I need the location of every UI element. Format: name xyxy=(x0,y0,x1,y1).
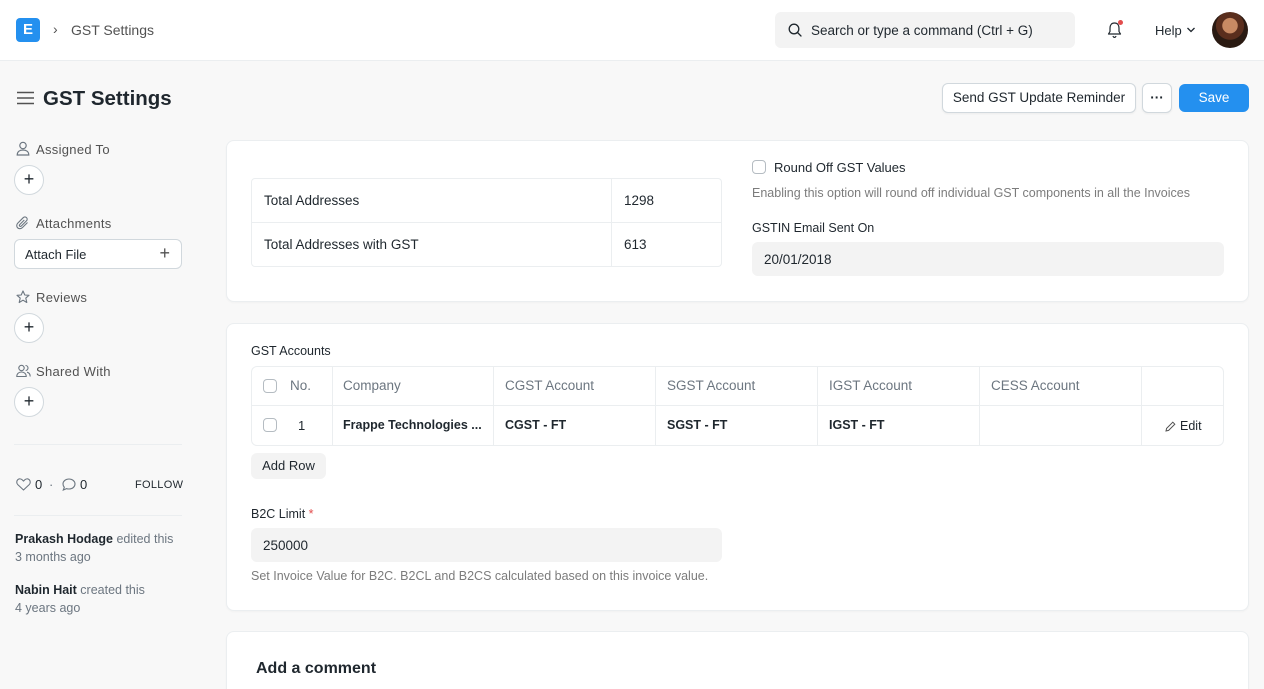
plus-icon: + xyxy=(159,243,170,263)
activity-time: 4 years ago xyxy=(15,601,81,615)
activity-user[interactable]: Nabin Hait xyxy=(15,583,77,597)
app-logo[interactable]: E xyxy=(16,18,40,42)
required-indicator: * xyxy=(308,507,314,521)
edit-row-button[interactable]: Edit xyxy=(1180,419,1202,433)
shared-with-label: Shared With xyxy=(36,364,111,379)
select-all-checkbox[interactable] xyxy=(263,379,277,393)
row-number: 1 xyxy=(298,418,306,433)
add-review-button[interactable]: + xyxy=(14,313,44,343)
column-header-company: Company xyxy=(343,378,401,393)
table-header-row: No. Company CGST Account SGST Account IG… xyxy=(252,367,1223,406)
reviews-label: Reviews xyxy=(36,290,88,305)
add-row-button[interactable]: Add Row xyxy=(251,453,326,479)
stat-label: Total Addresses with GST xyxy=(264,237,419,252)
stat-divider xyxy=(611,223,612,267)
b2c-limit-field[interactable]: 250000 xyxy=(251,528,722,562)
sidebar-divider xyxy=(14,444,182,445)
comment-icon[interactable] xyxy=(62,478,76,491)
cgst-account-cell[interactable]: CGST - FT xyxy=(505,418,566,432)
paperclip-icon xyxy=(16,216,28,230)
column-divider xyxy=(979,367,980,445)
separator-dot: · xyxy=(49,477,54,492)
heart-icon[interactable] xyxy=(16,478,31,491)
page-title: GST Settings xyxy=(43,87,172,110)
users-icon xyxy=(16,364,31,378)
edit-icon xyxy=(1165,421,1176,432)
user-avatar[interactable] xyxy=(1212,12,1248,48)
b2c-limit-value: 250000 xyxy=(263,538,309,553)
stat-value: 1298 xyxy=(624,193,655,208)
round-off-help-text: Enabling this option will round off indi… xyxy=(752,186,1190,200)
attachments-label: Attachments xyxy=(36,216,112,231)
company-cell[interactable]: Frappe Technologies ... xyxy=(343,418,482,432)
navbar: E › GST Settings Search or type a comman… xyxy=(0,0,1264,61)
activity-action: created this xyxy=(76,583,145,597)
assigned-to-label: Assigned To xyxy=(36,142,110,157)
b2c-limit-label: B2C Limit * xyxy=(251,507,314,521)
stat-value: 613 xyxy=(624,237,647,252)
stat-row-total-addresses: Total Addresses 1298 xyxy=(252,179,721,223)
send-gst-update-reminder-button[interactable]: Send GST Update Reminder xyxy=(942,83,1136,113)
attach-file-label: Attach File xyxy=(25,247,87,262)
breadcrumb-gst-settings[interactable]: GST Settings xyxy=(71,22,154,38)
column-divider xyxy=(655,367,656,445)
column-header-sgst-account: SGST Account xyxy=(667,378,756,393)
gst-accounts-table: No. Company CGST Account SGST Account IG… xyxy=(251,366,1224,446)
comment-section xyxy=(226,631,1249,689)
notification-dot xyxy=(1118,20,1123,25)
activity-action: edited this xyxy=(112,532,174,546)
comments-count: 0 xyxy=(80,477,88,492)
b2c-limit-help-text: Set Invoice Value for B2C. B2CL and B2CS… xyxy=(251,569,709,583)
notifications-bell-icon[interactable] xyxy=(1106,20,1123,42)
activity-item: Nabin Hait created this xyxy=(15,583,145,597)
sgst-account-cell[interactable]: SGST - FT xyxy=(667,418,727,432)
column-divider xyxy=(817,367,818,445)
breadcrumb-chevron-icon: › xyxy=(53,21,58,37)
column-divider xyxy=(332,367,333,445)
search-bar[interactable]: Search or type a command (Ctrl + G) xyxy=(775,12,1075,48)
column-divider xyxy=(493,367,494,445)
igst-account-cell[interactable]: IGST - FT xyxy=(829,418,885,432)
round-off-gst-checkbox[interactable] xyxy=(752,160,766,174)
gstin-email-sent-on-field[interactable]: 20/01/2018 xyxy=(752,242,1224,276)
add-assignee-button[interactable]: + xyxy=(14,165,44,195)
table-row[interactable]: 1 Frappe Technologies ... CGST - FT SGST… xyxy=(252,406,1223,445)
user-icon xyxy=(16,141,30,156)
search-placeholder: Search or type a command (Ctrl + G) xyxy=(811,23,1033,38)
sidebar-divider xyxy=(14,515,182,516)
b2c-limit-label-text: B2C Limit xyxy=(251,507,306,521)
follow-button[interactable]: FOLLOW xyxy=(135,479,183,491)
column-header-igst-account: IGST Account xyxy=(829,378,913,393)
column-divider xyxy=(1141,367,1142,445)
activity-user[interactable]: Prakash Hodage xyxy=(15,532,113,546)
more-actions-button[interactable]: ··· xyxy=(1142,83,1172,113)
stat-divider xyxy=(611,179,612,223)
stat-row-total-with-gst: Total Addresses with GST 613 xyxy=(252,223,721,267)
gstin-email-sent-on-label: GSTIN Email Sent On xyxy=(752,221,875,235)
star-icon xyxy=(16,290,30,304)
stat-label: Total Addresses xyxy=(264,193,360,208)
search-icon xyxy=(788,23,802,37)
column-header-no: No. xyxy=(290,378,312,393)
gstin-email-sent-on-value: 20/01/2018 xyxy=(764,252,832,267)
likes-count: 0 xyxy=(35,477,43,492)
activity-time: 3 months ago xyxy=(15,550,91,564)
column-header-cgst-account: CGST Account xyxy=(505,378,595,393)
gst-accounts-label: GST Accounts xyxy=(251,344,331,358)
chevron-down-icon xyxy=(1187,27,1195,33)
help-menu[interactable]: Help xyxy=(1155,23,1182,38)
hamburger-menu-icon[interactable] xyxy=(17,91,34,105)
column-header-cess-account: CESS Account xyxy=(991,378,1080,393)
activity-item: Prakash Hodage edited this xyxy=(15,532,173,546)
row-select-checkbox[interactable] xyxy=(263,418,277,432)
address-stats-table: Total Addresses 1298 Total Addresses wit… xyxy=(251,178,722,267)
round-off-gst-label: Round Off GST Values xyxy=(774,160,906,175)
add-comment-title: Add a comment xyxy=(256,660,377,677)
add-share-button[interactable]: + xyxy=(14,387,44,417)
attach-file-button[interactable]: Attach File + xyxy=(14,239,182,269)
save-button[interactable]: Save xyxy=(1179,84,1249,112)
